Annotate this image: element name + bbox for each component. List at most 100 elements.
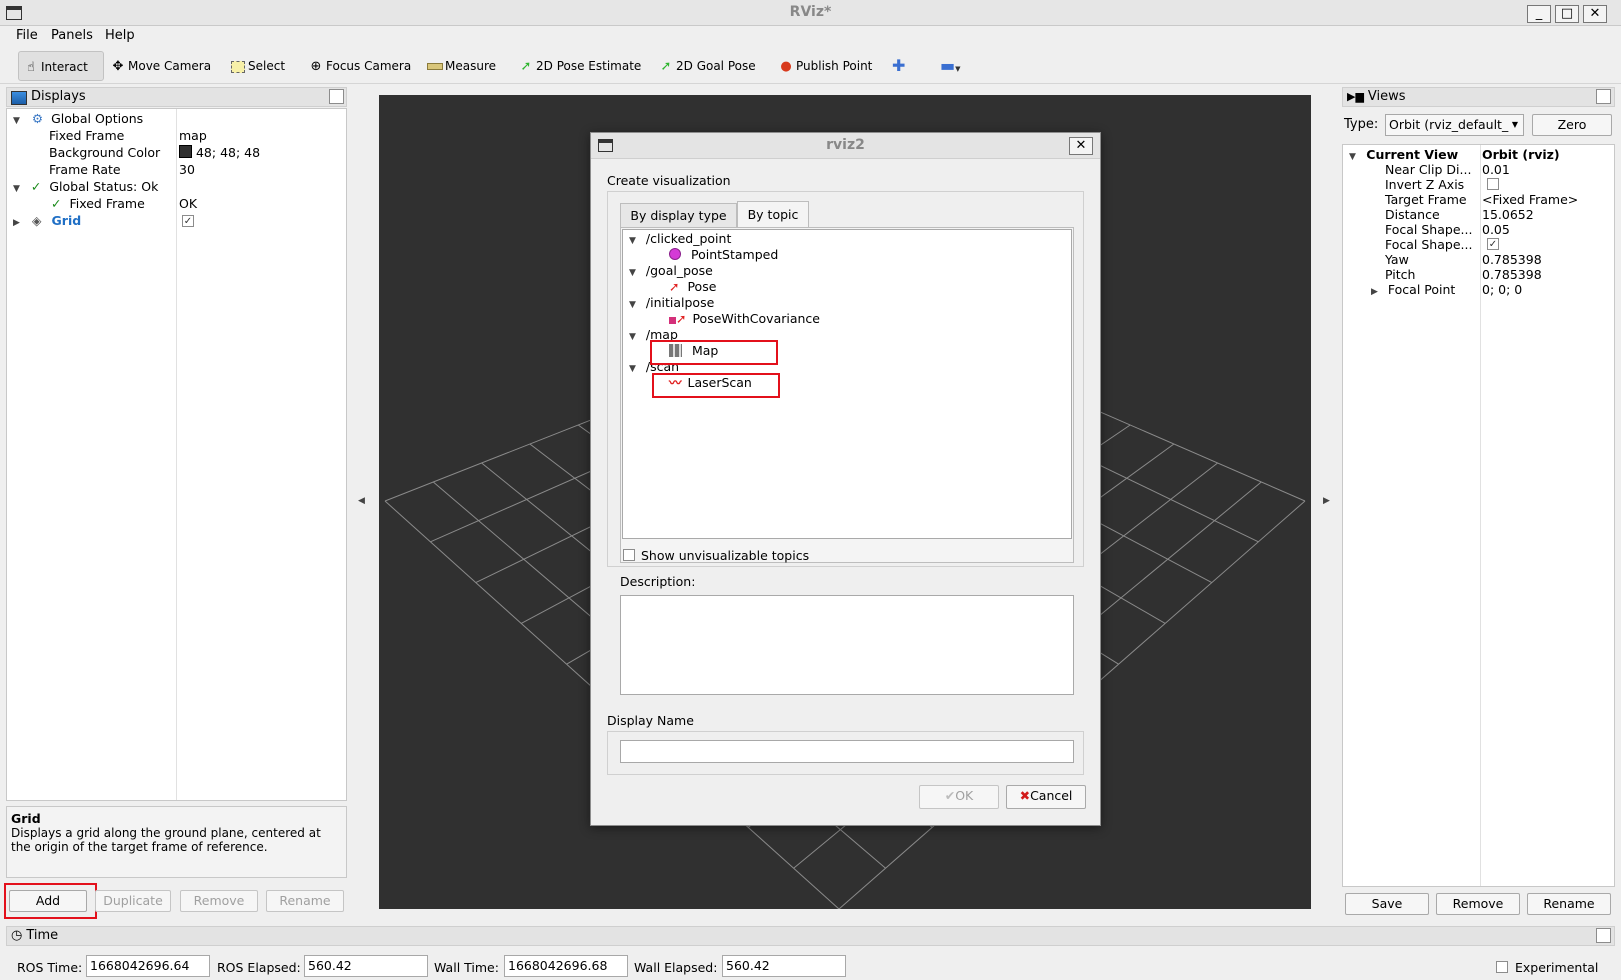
time-float-checkbox[interactable] [1596, 928, 1611, 943]
green-arrow-icon: ➚ [660, 59, 672, 74]
check-icon: ✓ [30, 179, 42, 194]
hand-pointer-icon: ☝ [27, 60, 35, 75]
pose-covariance-icon: ➚ [669, 311, 686, 326]
ros-time-field[interactable]: 1668042696.64 [86, 955, 210, 977]
menu-panels[interactable]: Panels [51, 28, 93, 43]
wall-elapsed-field[interactable]: 560.42 [722, 955, 846, 977]
expand-arrow-icon: ▼ [13, 184, 20, 194]
topic-initialpose[interactable]: ▼ /initialpose [629, 294, 714, 311]
topic-type-posewithcovariance[interactable]: ➚ PoseWithCovariance [669, 310, 820, 327]
prop-focal-point-value[interactable]: 0; 0; 0 [1482, 281, 1522, 298]
views-panel-header: ▶▆ Views [1342, 87, 1615, 107]
tab-by-topic[interactable]: By topic [737, 201, 809, 228]
window-titlebar: RViz* _ □ ✕ [0, 0, 1621, 26]
frame-rate-value[interactable]: 30 [179, 161, 195, 178]
tree-row-global-options[interactable]: ▼ ⚙ Global Options [13, 110, 143, 127]
green-arrow-icon: ➚ [520, 59, 532, 74]
tool-move-camera[interactable]: ✥ Move Camera [106, 51, 217, 81]
dropdown-arrow-icon: ▼ [1511, 120, 1518, 129]
right-splitter-handle[interactable]: ▶ [1323, 496, 1330, 506]
map-pin-icon: ● [780, 59, 792, 74]
ruler-icon [427, 52, 443, 82]
description-label: Description: [620, 574, 696, 589]
wall-elapsed-label: Wall Elapsed: [634, 960, 718, 975]
save-view-button[interactable]: Save [1345, 893, 1429, 915]
topic-type-pointstamped[interactable]: PointStamped [669, 246, 778, 263]
point-icon [669, 248, 681, 260]
tool-2d-pose-estimate[interactable]: ➚ 2D Pose Estimate [514, 51, 647, 81]
tool-measure[interactable]: Measure [423, 51, 502, 81]
prop-near-clip-value[interactable]: 0.01 [1482, 161, 1510, 178]
tool-focus-camera[interactable]: ⊕ Focus Camera [304, 51, 417, 81]
topic-clicked-point[interactable]: ▼ /clicked_point [629, 230, 731, 247]
tool-publish-point[interactable]: ● Publish Point [774, 51, 878, 81]
show-unvisualizable-checkbox[interactable] [623, 549, 635, 561]
collapse-arrow-icon: ▶ [13, 218, 20, 228]
invert-z-checkbox[interactable] [1487, 178, 1499, 190]
display-description-box: Grid Displays a grid along the ground pl… [6, 806, 347, 878]
view-type-label: Type: [1344, 117, 1379, 132]
tree-row-grid[interactable]: ▶ ◈ Grid [13, 212, 81, 229]
dialog-cancel-button[interactable]: ✖Cancel [1006, 785, 1086, 809]
maximize-button[interactable]: □ [1555, 5, 1579, 23]
grid-icon: ◈ [31, 213, 42, 228]
tool-2d-goal-pose[interactable]: ➚ 2D Goal Pose [654, 51, 762, 81]
menu-help[interactable]: Help [105, 28, 135, 43]
expand-arrow-icon: ▼ [1349, 152, 1356, 162]
tree-row-focal-point[interactable]: ▶ Focal Point [1371, 281, 1455, 298]
show-unvisualizable-label: Show unvisualizable topics [641, 548, 810, 563]
check-icon: ✓ [51, 196, 62, 211]
ros-elapsed-field[interactable]: 560.42 [304, 955, 428, 977]
views-float-checkbox[interactable] [1596, 89, 1611, 104]
experimental-label: Experimental [1515, 960, 1599, 975]
view-type-select[interactable]: Orbit (rviz_default_ ▼ [1385, 114, 1524, 136]
experimental-checkbox[interactable] [1496, 961, 1508, 973]
remove-view-button[interactable]: Remove [1436, 893, 1520, 915]
zero-view-button[interactable]: Zero [1532, 114, 1612, 136]
highlight-laserscan [652, 373, 780, 398]
grid-enabled-checkbox[interactable]: ✓ [182, 215, 194, 227]
topic-type-pose[interactable]: ➚ Pose [669, 278, 716, 295]
rename-view-button[interactable]: Rename [1527, 893, 1611, 915]
tree-row-status-fixed-frame[interactable]: ✓ Fixed Frame [51, 195, 145, 212]
ros-time-label: ROS Time: [17, 960, 83, 975]
tool-select[interactable]: Select [226, 51, 291, 81]
dialog-close-button[interactable]: ✕ [1069, 137, 1093, 155]
expand-arrow-icon: ▼ [629, 268, 636, 278]
ros-elapsed-label: ROS Elapsed: [217, 960, 301, 975]
gear-icon: ⚙ [31, 111, 44, 126]
wall-time-field[interactable]: 1668042696.68 [504, 955, 628, 977]
views-tree: ▼ Current View Orbit (rviz) Near Clip Di… [1342, 144, 1615, 887]
close-window-button[interactable]: ✕ [1583, 5, 1607, 23]
remove-tool-button[interactable]: ▬▼ [936, 51, 967, 81]
displays-panel-header: Displays [6, 87, 347, 107]
background-color-value[interactable]: 48; 48; 48 [179, 144, 260, 161]
expand-arrow-icon: ▼ [629, 300, 636, 310]
prop-focal-shape-size-value[interactable]: 0.05 [1482, 221, 1510, 238]
rename-display-button[interactable]: Rename [266, 890, 344, 912]
duplicate-display-button[interactable]: Duplicate [95, 890, 171, 912]
dialog-ok-button[interactable]: ✔OK [919, 785, 999, 809]
tool-interact[interactable]: ☝ Interact [18, 51, 104, 81]
focus-crosshair-icon: ⊕ [310, 59, 322, 74]
topic-goal-pose[interactable]: ▼ /goal_pose [629, 262, 713, 279]
add-display-button[interactable]: Add [9, 890, 87, 912]
expand-arrow-icon: ▼ [629, 364, 636, 374]
highlight-map [650, 340, 778, 365]
left-splitter-handle[interactable]: ◀ [358, 496, 365, 506]
tab-by-display-type[interactable]: By display type [620, 203, 737, 227]
displays-float-checkbox[interactable] [329, 89, 344, 104]
display-name-label: Display Name [607, 713, 694, 728]
menu-file[interactable]: File [16, 28, 38, 43]
collapse-arrow-icon: ▶ [1371, 287, 1378, 297]
focal-shape-fixed-checkbox[interactable]: ✓ [1487, 238, 1499, 250]
fixed-frame-value[interactable]: map [179, 127, 207, 144]
tree-row-global-status[interactable]: ▼ ✓ Global Status: Ok [13, 178, 158, 195]
remove-display-button[interactable]: Remove [180, 890, 258, 912]
add-tool-button[interactable]: ✚ [888, 51, 911, 81]
tree-label-background-color: Background Color [49, 145, 161, 160]
expand-arrow-icon: ▼ [629, 236, 636, 246]
plus-icon: ✚ [892, 56, 906, 75]
minimize-button[interactable]: _ [1527, 5, 1551, 23]
display-name-input[interactable] [620, 740, 1074, 763]
